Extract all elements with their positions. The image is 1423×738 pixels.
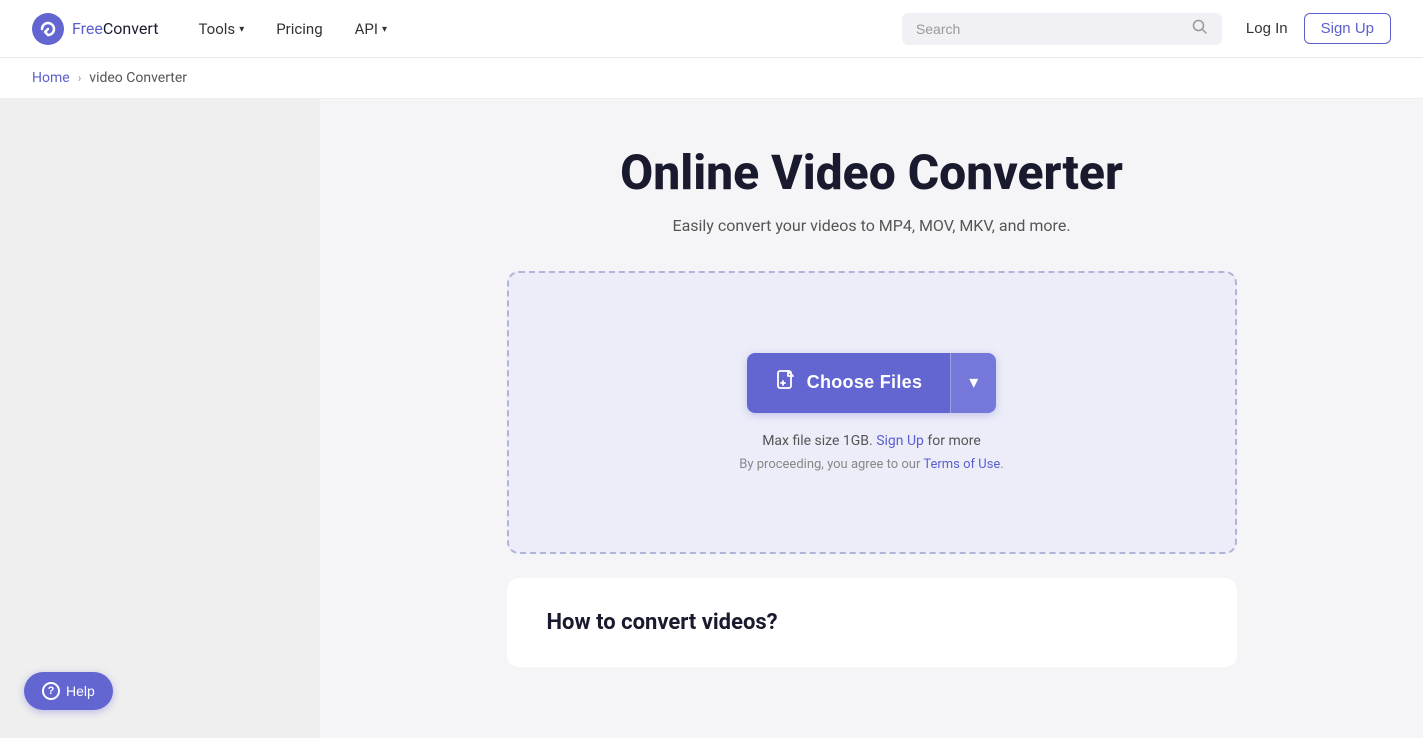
breadcrumb-separator: › xyxy=(78,71,82,85)
how-to-section: How to convert videos? xyxy=(507,578,1237,667)
breadcrumb-home[interactable]: Home xyxy=(32,70,70,86)
nav-pricing[interactable]: Pricing xyxy=(276,20,322,38)
signup-link[interactable]: Sign Up xyxy=(876,433,924,449)
choose-files-dropdown-button[interactable]: ▾ xyxy=(950,353,996,413)
choose-files-container: Choose Files ▾ xyxy=(747,353,997,413)
page-layout: Online Video Converter Easily convert yo… xyxy=(0,99,1423,738)
breadcrumb: Home › video Converter xyxy=(0,58,1423,99)
login-button[interactable]: Log In xyxy=(1246,20,1288,37)
sidebar xyxy=(0,99,320,738)
file-upload-icon xyxy=(775,369,797,397)
dropdown-chevron-icon: ▾ xyxy=(969,372,978,393)
breadcrumb-current: video Converter xyxy=(89,70,187,86)
nav-tools[interactable]: Tools ▾ xyxy=(198,20,244,38)
logo-text: FreeConvert xyxy=(72,19,158,38)
tools-chevron-icon: ▾ xyxy=(239,24,244,35)
help-icon: ? xyxy=(42,682,60,700)
nav-links: Tools ▾ Pricing API ▾ xyxy=(198,20,901,38)
help-label: Help xyxy=(66,683,95,699)
terms-text: By proceeding, you agree to our Terms of… xyxy=(739,457,1003,472)
help-button[interactable]: ? Help xyxy=(24,672,113,710)
logo-icon xyxy=(32,13,64,45)
search-input[interactable] xyxy=(916,21,1184,37)
main-content: Online Video Converter Easily convert yo… xyxy=(320,99,1423,738)
search-area xyxy=(902,13,1222,45)
logo[interactable]: FreeConvert xyxy=(32,13,158,45)
auth-buttons: Log In Sign Up xyxy=(1246,13,1391,44)
signup-button[interactable]: Sign Up xyxy=(1304,13,1391,44)
navbar: FreeConvert Tools ▾ Pricing API ▾ Log In… xyxy=(0,0,1423,58)
api-chevron-icon: ▾ xyxy=(382,24,387,35)
nav-api[interactable]: API ▾ xyxy=(355,20,387,38)
search-icon xyxy=(1192,19,1208,39)
page-subtitle: Easily convert your videos to MP4, MOV, … xyxy=(352,216,1391,235)
drop-zone[interactable]: Choose Files ▾ Max file size 1GB. Sign U… xyxy=(507,271,1237,554)
file-size-text: Max file size 1GB. Sign Up for more xyxy=(762,433,981,449)
terms-link[interactable]: Terms of Use xyxy=(923,457,1000,472)
how-to-title: How to convert videos? xyxy=(547,610,1197,635)
choose-files-button[interactable]: Choose Files xyxy=(747,353,951,413)
page-title: Online Video Converter xyxy=(352,147,1391,200)
